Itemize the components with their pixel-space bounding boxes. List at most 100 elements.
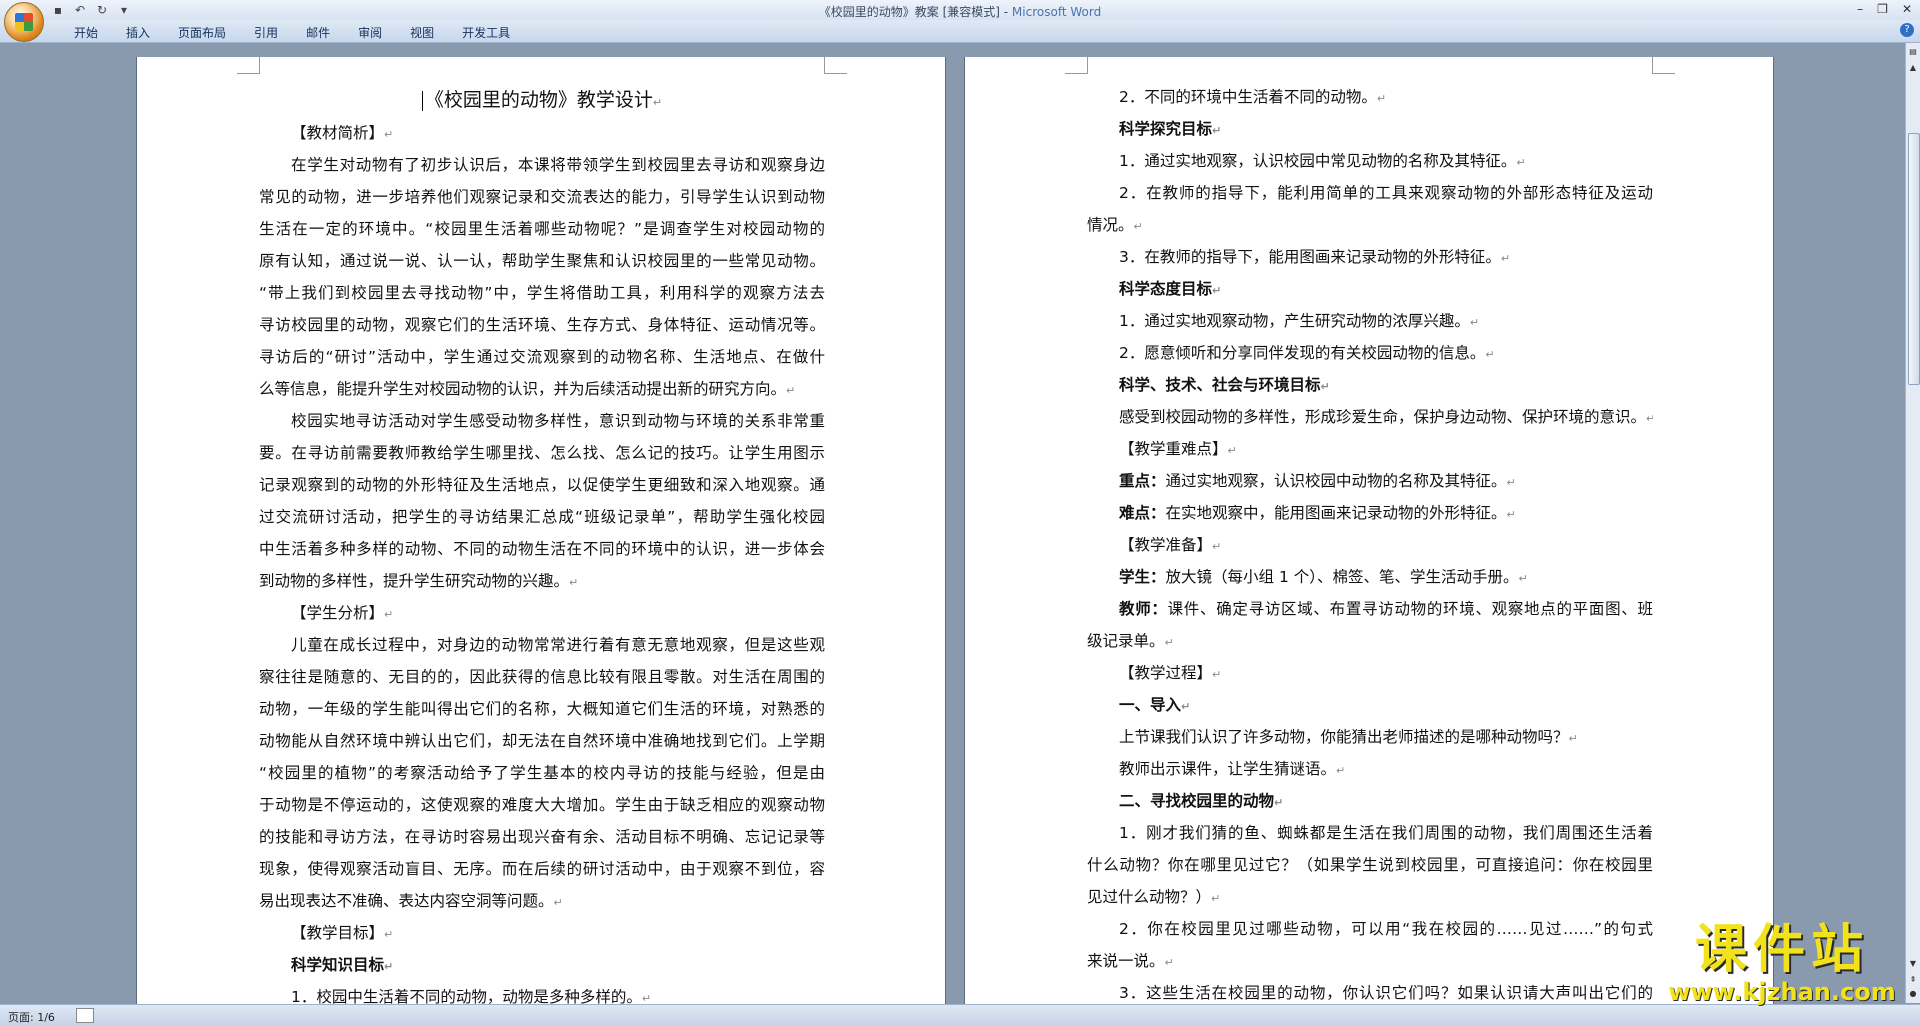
paragraph-mark: ↵ [569,576,579,589]
line-text: 的技能和寻访方法，在寻访时容易出现兴奋有余、活动目标不明确、忘记记录等 [259,828,825,846]
text-line: 寻访后的“研讨”活动中，学生通过交流观察到的动物名称、生活地点、在做什 [259,341,825,373]
text-line: 要。在寻访前需要教师教给学生哪里找、怎么找、怎么记的技巧。让学生用图示 [259,437,825,469]
text-line: 寻访校园里的动物，观察它们的生活环境、生存方式、身体特征、运动情况等。 [259,309,825,341]
document-title: 《校园里的动物》教案 [兼容模式] - [818,5,1012,19]
text-line: 易出现表达不准确、表达内容空洞等问题。↵ [259,885,825,917]
paragraph-mark: ↵ [384,928,394,941]
page-2[interactable]: 2．不同的环境中生活着不同的动物。↵ 科学探究目标↵ 1．通过实地观察，认识校园中常… [965,57,1773,1007]
tab-home[interactable]: 开始 [60,24,112,41]
text-line: 【教材简析】↵ [259,117,825,149]
previous-page-icon[interactable]: ⇞ [1907,973,1919,987]
paragraph-mark: ↵ [1469,316,1480,329]
text-line: 见过什么动物？）↵ [1087,881,1653,913]
text-line: 【教学重难点】↵ [1087,433,1653,465]
line-text: 科学态度目标 [1119,280,1213,298]
text-line: 过交流研讨活动，把学生的寻访结果汇总成“班级记录单”，帮助学生强化校园 [259,501,825,533]
line-text: 见过什么动物？） [1087,888,1212,906]
line-text: 二、寻找校园里的动物 [1119,792,1275,810]
scroll-down-icon[interactable]: ▼ [1907,957,1919,971]
line-text: 记录观察到的动物的外形特征及生活地点，以促使学生更细致和深入地观察。通 [259,476,825,494]
tab-page-layout[interactable]: 页面布局 [164,24,240,41]
tab-mailings[interactable]: 邮件 [292,24,344,41]
tab-insert[interactable]: 插入 [112,24,164,41]
paragraph-mark: ↵ [1212,668,1222,681]
office-logo-icon [15,13,33,31]
margin-mark-top-left [1065,57,1088,74]
close-icon[interactable]: ✕ [1902,2,1912,16]
text-line: 记录观察到的动物的外形特征及生活地点，以促使学生更细致和深入地观察。通 [259,469,825,501]
tab-developer[interactable]: 开发工具 [448,24,524,41]
paragraph-mark: ↵ [1212,124,1222,137]
line-text: 原有认知，通过说一说、认一认，帮助学生聚焦和认识校园里的一些常见动物。 [259,252,825,270]
text-line: 一、导入↵ [1087,689,1653,721]
ribbon: 开始 插入 页面布局 引用 邮件 审阅 视图 开发工具 ? [0,20,1920,43]
scroll-up-icon[interactable]: ▲ [1907,61,1919,75]
paragraph-mark: ↵ [1376,92,1387,105]
office-button[interactable] [4,2,44,42]
line-text: 察往往是随意的、无目的的，因此获得的信息比较有限且零散。对生活在周围的 [259,668,825,686]
line-text: 情况。 [1087,216,1134,234]
text-line: 动物能从自然环境中辨认出它们，却无法在自然环境中准确地找到它们。上学期 [259,725,825,757]
line-text: 【教学重难点】 [1119,440,1228,458]
paragraph-mark: ↵ [1211,892,1221,905]
paragraph-mark: ↵ [1506,508,1516,521]
page-count[interactable]: 页面: 1/6 [8,1009,55,1025]
line-text: 易出现表达不准确、表达内容空洞等问题。 [259,892,554,910]
line-text: 1．刚才我们猜的鱼、蜘蛛都是生活在我们周围的动物，我们周围还生活着 [1119,824,1653,842]
restore-icon[interactable]: ❐ [1877,2,1888,16]
paragraph-mark: ↵ [1336,764,1346,777]
watermark-url: www.kjzhan.com [1668,978,1896,1006]
text-line: 难点：在实地观察中，能用图画来记录动物的外形特征。↵ [1087,497,1653,529]
minimize-icon[interactable]: – [1857,2,1863,16]
line-text: 【教学准备】 [1119,536,1213,554]
line-text: 于动物是不停运动的，这使观察的难度大大增加。学生由于缺乏相应的观察动物 [259,796,825,814]
paragraph-mark: ↵ [1320,380,1330,393]
status-bar: 页面: 1/6 [0,1004,1920,1026]
text-line: 什么动物？你在哪里见过它？（如果学生说到校园里，可直接追问：你在校园里 [1087,849,1653,881]
line-text: 上节课我们认识了许多动物，你能猜出老师描述的是哪种动物吗？ [1119,728,1569,746]
text-line: 中生活着多种多样的动物、不同的动物生活在不同的环境中的认识，进一步体会 [259,533,825,565]
text-line: 么等信息，能提升学生对校园动物的认识，并为后续活动提出新的研究方向。↵ [259,373,825,405]
vertical-scrollbar[interactable]: ▤ ▲ ▼ ⇞ ● [1905,43,1920,1003]
line-text: 寻访校园里的动物，观察它们的生活环境、生存方式、身体特征、运动情况等。 [259,316,825,334]
line-text: 科学、技术、社会与环境目标 [1119,376,1321,394]
line-text: 要。在寻访前需要教师教给学生哪里找、怎么找、怎么记的技巧。让学生用图示 [259,444,825,462]
line-text: 动物，一年级的学生能叫得出它们的名称，大概知道它们生活的环境，对熟悉的 [259,700,825,718]
paragraph-mark: ↵ [1133,220,1143,233]
scrollbar-thumb[interactable] [1908,133,1920,385]
document-heading: 《校园里的动物》教学设计↵ [259,83,825,117]
paragraph-mark: ↵ [1164,956,1174,969]
text-line: 【教学过程】↵ [1087,657,1653,689]
watermark-text: 课件站 [1694,919,1869,980]
line-text: 3．这些生活在校园里的动物，你认识它们吗？如果认识请大声叫出它们的 [1119,984,1653,1002]
tab-view[interactable]: 视图 [396,24,448,41]
help-icon[interactable]: ? [1900,23,1914,37]
paragraph-mark: ↵ [1516,156,1526,169]
app-name: Microsoft Word [1011,5,1102,19]
text-line: 现象，使得观察活动盲目、无序。而在后续的研讨活动中，由于观察不到位，容 [259,853,825,885]
paragraph-mark: ↵ [1274,796,1284,809]
page-1[interactable]: 《校园里的动物》教学设计↵ 【教材简析】↵ 在学生对动物有了初步认识后，本课将带领… [137,57,945,1007]
line-text: 1．通过实地观察，认识校园中常见动物的名称及其特征。 [1119,152,1517,170]
line-label: 学生： [1119,568,1166,586]
page-2-text[interactable]: 2．不同的环境中生活着不同的动物。↵ 科学探究目标↵ 1．通过实地观察，认识校园中常… [1087,81,1653,1007]
text-line: 3．在教师的指导下，能用图画来记录动物的外形特征。↵ [1087,241,1653,273]
ribbon-tabs: 开始 插入 页面布局 引用 邮件 审阅 视图 开发工具 [60,24,524,41]
tab-references[interactable]: 引用 [240,24,292,41]
text-line: 2．不同的环境中生活着不同的动物。↵ [1087,81,1653,113]
paragraph-mark: ↵ [1646,412,1653,425]
text-line: 1．刚才我们猜的鱼、蜘蛛都是生活在我们周围的动物，我们周围还生活着 [1087,817,1653,849]
line-text: 中生活着多种多样的动物、不同的动物生活在不同的环境中的认识，进一步体会 [259,540,825,558]
paragraph-mark: ↵ [652,96,663,109]
watermark-logo: 课件站 www.kjzhan.com [1666,919,1898,1006]
ruler-toggle-icon[interactable]: ▤ [1907,45,1919,59]
text-line: “带上我们到校园里去寻找动物”中，学生将借助工具，利用科学的观察方法去 [259,277,825,309]
line-text: 通过实地观察，认识校园中动物的名称及其特征。 [1165,472,1507,490]
line-text: 过交流研讨活动，把学生的寻访结果汇总成“班级记录单”，帮助学生强化校园 [259,508,825,526]
browse-object-icon[interactable]: ● [1907,987,1919,1001]
tab-review[interactable]: 审阅 [344,24,396,41]
page-1-text[interactable]: 《校园里的动物》教学设计↵ 【教材简析】↵ 在学生对动物有了初步认识后，本课将带领… [259,83,825,1007]
text-line: 到动物的多样性，提升学生研究动物的兴趣。↵ [259,565,825,597]
paragraph-mark: ↵ [1227,444,1237,457]
proofing-icon[interactable] [76,1008,94,1023]
